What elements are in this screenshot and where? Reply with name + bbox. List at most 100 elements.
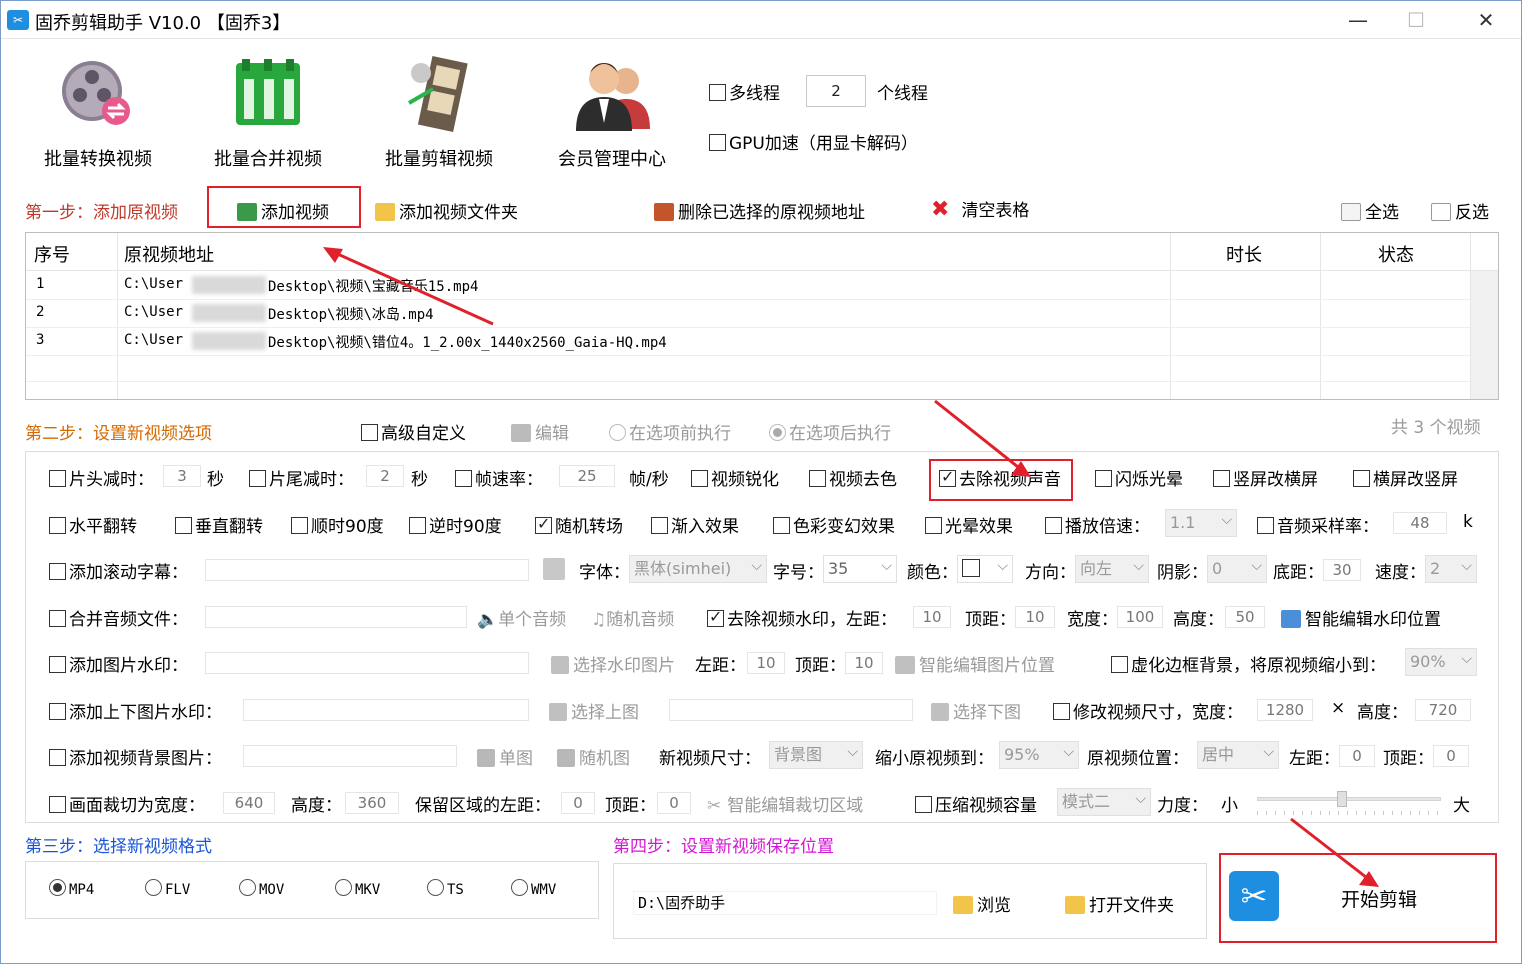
compress-checkbox[interactable]: 压缩视频容量: [915, 791, 1037, 816]
merge-audio-input[interactable]: [205, 606, 467, 628]
sample-rate-checkbox[interactable]: 音频采样率：: [1257, 512, 1379, 537]
smart-image-button[interactable]: 智能编辑图片位置: [895, 651, 1055, 676]
resize-height-input[interactable]: 720: [1415, 699, 1471, 721]
maximize-button[interactable]: ☐: [1393, 5, 1439, 35]
img-left-input[interactable]: 10: [747, 652, 785, 674]
add-folder-button[interactable]: 添加视频文件夹: [375, 198, 518, 223]
wm-top-input[interactable]: 10: [1015, 606, 1055, 628]
compress-mode-select[interactable]: 模式二: [1057, 786, 1151, 816]
open-folder-button[interactable]: 打开文件夹: [1065, 891, 1174, 916]
invert-button[interactable]: 反选: [1431, 198, 1489, 223]
wm-width-input[interactable]: 100: [1117, 606, 1163, 628]
table-row[interactable]: 3 C:\User Desktop\视频\错位4。1_2.00x_1440x25…: [26, 329, 1170, 355]
slider-thumb[interactable]: [1337, 791, 1347, 807]
bg-image-input[interactable]: [243, 745, 457, 767]
delete-selected-button[interactable]: 删除已选择的原视频地址: [654, 198, 865, 223]
format-ts-radio[interactable]: TS: [427, 879, 464, 898]
minimize-button[interactable]: —: [1335, 5, 1381, 35]
video-table[interactable]: 序号 原视频地址 时长 状态 1 C:\User Desktop\视频\宝藏音乐…: [25, 232, 1499, 400]
single-image-button[interactable]: 单图: [477, 744, 533, 769]
shadow-select[interactable]: 0: [1207, 553, 1267, 583]
fps-checkbox[interactable]: 帧速率：: [455, 465, 543, 490]
resize-checkbox[interactable]: 修改视频尺寸，宽度：: [1053, 698, 1243, 723]
merge-audio-checkbox[interactable]: 合并音频文件：: [49, 605, 188, 630]
h2v-checkbox[interactable]: 横屏改竖屏: [1353, 465, 1458, 490]
bg-top-input[interactable]: 0: [1433, 745, 1469, 767]
random-audio-button[interactable]: ♫随机音频: [591, 605, 674, 630]
batch-clip-button[interactable]: 批量剪辑视频: [364, 53, 514, 171]
bottom-input[interactable]: 30: [1323, 559, 1361, 581]
top-image-input[interactable]: [243, 699, 529, 721]
cw-checkbox[interactable]: 顺时90度: [291, 512, 384, 537]
wm-left-input[interactable]: 10: [913, 606, 951, 628]
random-image-button[interactable]: 随机图: [557, 744, 630, 769]
hflip-checkbox[interactable]: 水平翻转: [49, 512, 137, 537]
batch-merge-button[interactable]: 批量合并视频: [193, 53, 343, 171]
table-row[interactable]: 1 C:\User Desktop\视频\宝藏音乐15.mp4: [26, 273, 1170, 299]
member-center-button[interactable]: 会员管理中心: [537, 53, 687, 171]
keep-top-input[interactable]: 0: [657, 792, 691, 814]
v2h-checkbox[interactable]: 竖屏改横屏: [1213, 465, 1318, 490]
img-top-input[interactable]: 10: [845, 652, 883, 674]
position-select[interactable]: 居中: [1197, 739, 1279, 769]
size-select[interactable]: 35: [823, 553, 897, 583]
close-button[interactable]: ✕: [1463, 5, 1509, 35]
choose-watermark-button[interactable]: 选择水印图片: [551, 651, 675, 676]
clear-table-button[interactable]: ✖ 清空表格: [931, 196, 1029, 222]
speed-checkbox[interactable]: 播放倍速：: [1045, 512, 1150, 537]
format-mov-radio[interactable]: MOV: [239, 879, 284, 898]
format-mp4-radio[interactable]: MP4: [49, 879, 94, 898]
updown-watermark-checkbox[interactable]: 添加上下图片水印：: [49, 698, 222, 723]
fps-input[interactable]: 25: [559, 465, 615, 487]
decolor-checkbox[interactable]: 视频去色: [809, 465, 897, 490]
blur-scale-select[interactable]: 90%: [1405, 646, 1477, 676]
resize-width-input[interactable]: 1280: [1257, 699, 1313, 721]
batch-convert-button[interactable]: 批量转换视频: [23, 53, 173, 171]
halo-checkbox[interactable]: 光晕效果: [925, 512, 1013, 537]
font-select[interactable]: 黑体(simhei): [629, 553, 767, 583]
table-row[interactable]: 2 C:\User Desktop\视频\冰岛.mp4: [26, 301, 1170, 327]
scroll-subtitle-checkbox[interactable]: 添加滚动字幕：: [49, 558, 188, 583]
save-path-input[interactable]: D:\固乔助手: [633, 891, 937, 915]
image-watermark-checkbox[interactable]: 添加图片水印：: [49, 651, 188, 676]
blur-border-checkbox[interactable]: 虚化边框背景，将原视频缩小到：: [1111, 651, 1386, 676]
edit-button[interactable]: 编辑: [511, 419, 569, 444]
sharpen-checkbox[interactable]: 视频锐化: [691, 465, 779, 490]
select-all-button[interactable]: 全选: [1341, 198, 1399, 223]
flash-checkbox[interactable]: 闪烁光晕: [1095, 465, 1183, 490]
multithread-checkbox[interactable]: 多线程: [709, 79, 780, 104]
ccw-checkbox[interactable]: 逆时90度: [409, 512, 502, 537]
format-mkv-radio[interactable]: MKV: [335, 879, 380, 898]
bg-image-checkbox[interactable]: 添加视频背景图片：: [49, 744, 222, 769]
gpu-checkbox[interactable]: GPU加速（用显卡解码）: [709, 129, 918, 154]
scroll-subtitle-input[interactable]: [205, 559, 529, 581]
vflip-checkbox[interactable]: 垂直翻转: [175, 512, 263, 537]
single-audio-button[interactable]: 🔈单个音频: [477, 605, 566, 630]
choose-top-button[interactable]: 选择上图: [549, 698, 639, 723]
format-flv-radio[interactable]: FLV: [145, 879, 190, 898]
force-slider[interactable]: [1257, 791, 1441, 825]
run-after-radio[interactable]: 在选项后执行: [769, 419, 891, 444]
smart-watermark-button[interactable]: 智能编辑水印位置: [1281, 605, 1441, 630]
speed-select[interactable]: 1.1: [1165, 507, 1237, 537]
bottom-image-input[interactable]: [669, 699, 913, 721]
wm-height-input[interactable]: 50: [1225, 606, 1265, 628]
subtitle-speed-select[interactable]: 2: [1425, 553, 1477, 583]
thread-count-input[interactable]: 2: [806, 75, 866, 107]
color-effect-checkbox[interactable]: 色彩变幻效果: [773, 512, 895, 537]
remove-watermark-checkbox[interactable]: 去除视频水印，左距：: [707, 605, 897, 630]
fade-checkbox[interactable]: 渐入效果: [651, 512, 739, 537]
keep-left-input[interactable]: 0: [561, 792, 595, 814]
bg-left-input[interactable]: 0: [1339, 745, 1375, 767]
choose-bottom-button[interactable]: 选择下图: [931, 698, 1021, 723]
advanced-checkbox[interactable]: 高级自定义: [361, 419, 466, 444]
image-watermark-input[interactable]: [205, 652, 529, 674]
head-cut-input[interactable]: 3: [163, 465, 201, 487]
format-wmv-radio[interactable]: WMV: [511, 879, 556, 898]
browse-button[interactable]: 浏览: [953, 891, 1011, 916]
smart-crop-button[interactable]: ✂ 智能编辑裁切区域: [707, 791, 863, 816]
random-transition-checkbox[interactable]: 随机转场: [535, 512, 623, 537]
direction-select[interactable]: 向左: [1075, 553, 1149, 583]
crop-width-input[interactable]: 640: [223, 792, 275, 814]
crop-height-input[interactable]: 360: [345, 792, 399, 814]
